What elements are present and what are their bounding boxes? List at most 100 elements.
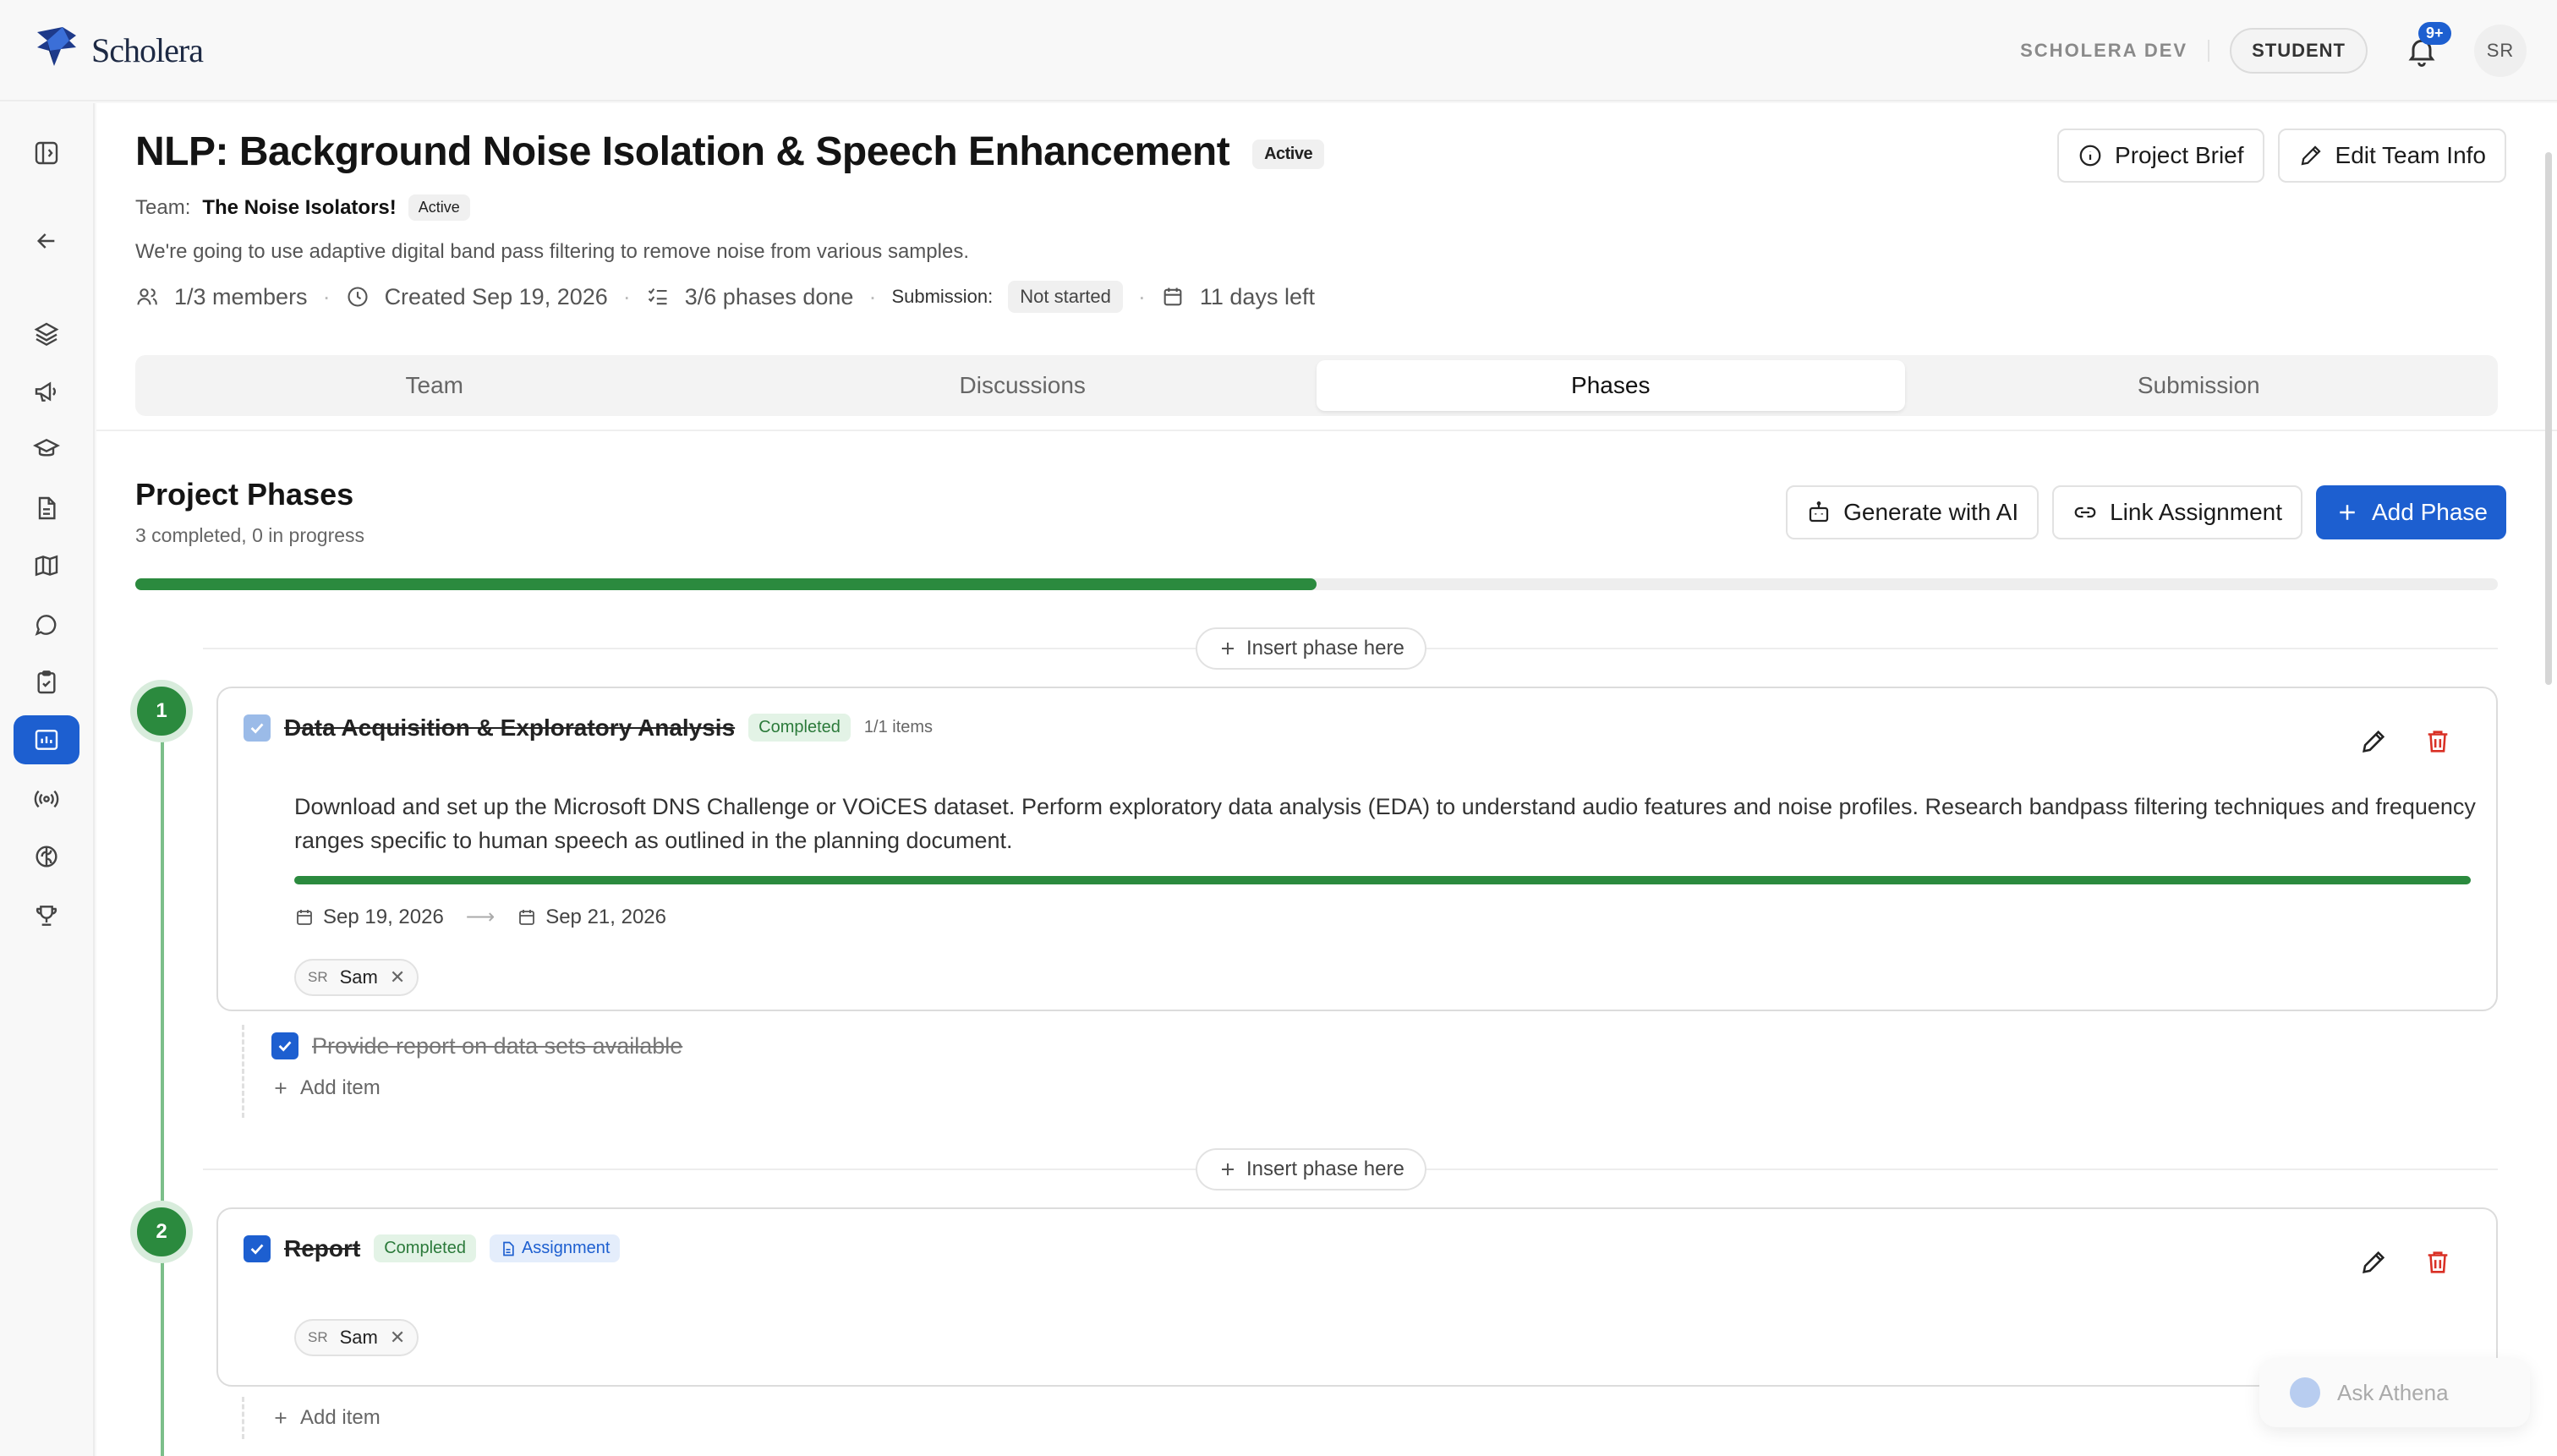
- environment-label: SCHOLERA DEV: [2020, 40, 2210, 62]
- sidebar-item-layers[interactable]: [14, 309, 79, 359]
- insert-phase-button[interactable]: Insert phase here: [1196, 1148, 1426, 1191]
- edit-phase-button[interactable]: [2359, 1248, 2388, 1281]
- assignee-initials: SR: [308, 969, 328, 985]
- edit-phase-button[interactable]: [2359, 727, 2388, 760]
- user-avatar[interactable]: SR: [2474, 25, 2527, 77]
- sidebar-item-assignments[interactable]: [14, 658, 79, 707]
- sidebar-item-back[interactable]: [14, 216, 79, 265]
- phase-name[interactable]: Data Acquisition & Exploratory Analysis: [284, 714, 735, 742]
- remove-assignee-icon[interactable]: ✕: [390, 966, 405, 988]
- checkmark-icon: [250, 1243, 264, 1255]
- phase-end-date[interactable]: Sep 21, 2026: [545, 906, 666, 929]
- team-status-badge: Active: [408, 194, 470, 221]
- plus-icon: [2340, 505, 2355, 520]
- date-arrow-icon: ⟶: [465, 906, 496, 928]
- file-icon: [503, 1241, 514, 1256]
- delete-phase-button[interactable]: [2423, 727, 2452, 760]
- phase-dates: Sep 19, 2026 ⟶ Sep 21, 2026: [294, 905, 666, 929]
- project-meta: 1/3 members · Created Sep 19, 2026 · 3/6…: [135, 281, 1315, 313]
- add-phase-button[interactable]: Add Phase: [2316, 485, 2506, 539]
- add-item-label: Add item: [300, 1076, 381, 1099]
- edit-team-info-button[interactable]: Edit Team Info: [2277, 129, 2506, 183]
- sidebar-item-projects[interactable]: [14, 715, 79, 764]
- sidebar-item-messages[interactable]: [14, 600, 79, 649]
- submission-status-badge: Not started: [1008, 281, 1123, 313]
- team-line: Team: The Noise Isolators! Active: [135, 194, 470, 221]
- created-date: Created Sep 19, 2026: [384, 283, 608, 309]
- phase-description: Download and set up the Microsoft DNS Ch…: [294, 794, 2476, 853]
- tab-submission[interactable]: Submission: [1905, 360, 2494, 411]
- phase-items-count: 1/1 items: [863, 718, 934, 736]
- notification-badge: 9+: [2418, 22, 2451, 45]
- timeline-line: [161, 1233, 164, 1456]
- sidebar-item-live[interactable]: [14, 775, 79, 824]
- assignment-tag[interactable]: Assignment: [489, 1234, 621, 1262]
- remove-assignee-icon[interactable]: ✕: [390, 1327, 405, 1349]
- broadcast-icon: [34, 790, 59, 808]
- submission-label: Submission:: [891, 286, 994, 307]
- phase-card: Data Acquisition & Exploratory Analysis …: [216, 687, 2498, 1011]
- plus-icon: [275, 1412, 287, 1424]
- plus-icon: [1222, 1163, 1234, 1175]
- insert-phase-label: Insert phase here: [1246, 1158, 1404, 1180]
- pencil-icon: [2363, 1251, 2385, 1273]
- project-status-badge: Active: [1252, 139, 1325, 169]
- add-item-button[interactable]: Add item: [244, 1397, 381, 1439]
- phase-checkbox[interactable]: [244, 714, 271, 742]
- role-badge[interactable]: STUDENT: [2230, 28, 2368, 74]
- delete-phase-button[interactable]: [2423, 1248, 2452, 1281]
- calendar-icon: [1164, 287, 1182, 306]
- checklist-item-checkbox[interactable]: [271, 1032, 298, 1059]
- separator-dot: ·: [322, 283, 331, 309]
- days-left: 11 days left: [1199, 283, 1315, 309]
- phase-name[interactable]: Report: [284, 1235, 360, 1262]
- project-brief-button[interactable]: Project Brief: [2057, 129, 2264, 183]
- generate-with-ai-button[interactable]: Generate with AI: [1786, 485, 2040, 539]
- project-description: We're going to use adaptive digital band…: [135, 240, 969, 263]
- assignee-chip[interactable]: SR Sam ✕: [294, 1319, 419, 1356]
- phase-checkbox[interactable]: [244, 1234, 271, 1262]
- project-title: NLP: Background Noise Isolation & Speech…: [135, 129, 1230, 174]
- team-name[interactable]: The Noise Isolators!: [202, 196, 396, 220]
- project-brief-label: Project Brief: [2115, 142, 2244, 168]
- team-label: Team:: [135, 195, 191, 219]
- assignee-chip[interactable]: SR Sam ✕: [294, 959, 419, 996]
- insert-phase-button[interactable]: Insert phase here: [1196, 627, 1426, 670]
- phase-checklist: Add item: [242, 1397, 381, 1439]
- page-scrollbar[interactable]: [2545, 152, 2552, 685]
- brain-icon: [36, 846, 57, 868]
- sidebar-item-documents[interactable]: [14, 484, 79, 533]
- phase-card: Report Completed Assignment SR Sam ✕: [216, 1207, 2498, 1387]
- generate-with-ai-label: Generate with AI: [1843, 499, 2019, 525]
- link-assignment-button[interactable]: Link Assignment: [2052, 485, 2302, 539]
- users-icon: [137, 288, 157, 305]
- phase-start-date[interactable]: Sep 19, 2026: [323, 906, 444, 929]
- ask-athena-button[interactable]: Ask Athena: [2259, 1358, 2530, 1427]
- robot-icon: [1809, 501, 1829, 523]
- sidebar-item-roadmap[interactable]: [14, 541, 79, 590]
- sidebar-toggle[interactable]: [14, 129, 79, 178]
- tab-discussions[interactable]: Discussions: [729, 360, 1317, 411]
- add-item-button[interactable]: Add item: [244, 1067, 682, 1109]
- checkmark-icon: [250, 722, 264, 734]
- checklist-item: Provide report on data sets available: [244, 1025, 682, 1067]
- add-phase-label: Add Phase: [2372, 499, 2488, 525]
- sidebar-item-announcements[interactable]: [14, 367, 79, 416]
- sidebar-item-courses[interactable]: [14, 424, 79, 473]
- chat-icon: [35, 615, 57, 636]
- notifications-button[interactable]: 9+: [2405, 22, 2451, 68]
- trash-icon: [2428, 731, 2448, 753]
- file-icon: [38, 496, 56, 520]
- tab-team[interactable]: Team: [140, 360, 729, 411]
- calendar-icon: [297, 909, 312, 925]
- sidebar-item-leaderboard[interactable]: [14, 891, 79, 940]
- members-count: 1/3 members: [174, 283, 308, 309]
- clipboard-icon: [37, 671, 56, 694]
- sidebar-item-ai[interactable]: [14, 832, 79, 881]
- brand[interactable]: Scholera: [32, 24, 204, 77]
- checklist-item-label[interactable]: Provide report on data sets available: [312, 1033, 682, 1059]
- edit-team-info-label: Edit Team Info: [2335, 142, 2486, 168]
- megaphone-icon: [35, 381, 56, 402]
- tab-phases[interactable]: Phases: [1317, 360, 1905, 411]
- phase-checklist: Provide report on data sets available Ad…: [242, 1025, 682, 1118]
